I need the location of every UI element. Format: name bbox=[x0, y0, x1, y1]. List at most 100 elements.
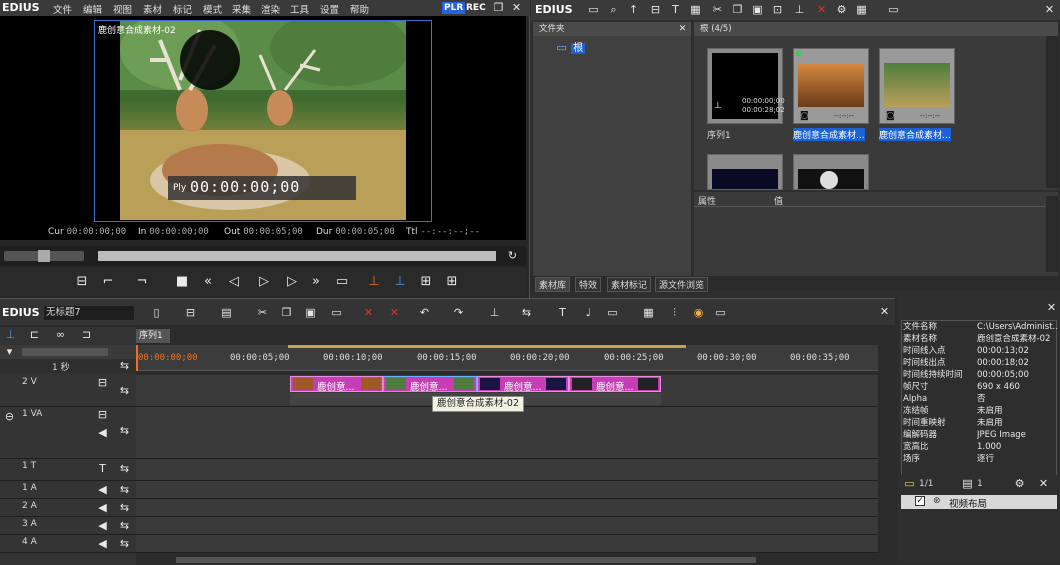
audio-icon[interactable]: ◀ bbox=[96, 502, 109, 514]
menu-capture[interactable]: 采集 bbox=[232, 2, 251, 16]
track-lane-1va[interactable] bbox=[136, 407, 878, 459]
tab-clip-markers[interactable]: 素材标记 bbox=[607, 277, 652, 292]
track-header-1va[interactable]: ⊖ 1 VA ⊟ ◀ ⇆ bbox=[0, 407, 136, 459]
lock-icon[interactable]: ⊖ bbox=[3, 411, 16, 423]
audio-mute-icon[interactable]: ◀ bbox=[96, 427, 109, 439]
title-tl-icon[interactable]: T bbox=[556, 307, 569, 319]
folder-icon[interactable]: ▭ bbox=[587, 4, 600, 16]
add-to-timeline-icon[interactable]: ⊥ bbox=[793, 4, 806, 16]
video-mute-icon[interactable]: ⊟ bbox=[96, 409, 109, 421]
folder-panel-close-icon[interactable]: ✕ bbox=[676, 23, 689, 35]
track-lane-2a[interactable] bbox=[136, 499, 878, 517]
expand-icon[interactable]: ⇆ bbox=[118, 520, 131, 532]
restore-icon[interactable]: ❐ bbox=[492, 2, 505, 14]
rewind-icon[interactable]: « bbox=[200, 274, 216, 290]
close-icon[interactable]: ✕ bbox=[510, 2, 523, 14]
up-folder-icon[interactable]: ↑ bbox=[627, 4, 640, 16]
scrubber-bar[interactable]: ↻ bbox=[0, 246, 526, 266]
title-track-icon[interactable]: T bbox=[96, 463, 109, 475]
voiceover-icon[interactable]: ♩ bbox=[582, 307, 595, 319]
track-header-1a[interactable]: 1 A ◀ ⇆ bbox=[0, 481, 136, 499]
time-ruler[interactable]: 00:00:00;00 00:00:05;00 00:00:10;00 00:0… bbox=[136, 345, 878, 371]
play-icon[interactable]: ▷ bbox=[256, 274, 272, 290]
undo-icon[interactable]: ↶ bbox=[418, 307, 431, 319]
track-link-icon[interactable]: ∞ bbox=[54, 329, 67, 341]
asset-thumb-clip-02[interactable]: ◙ --:--:-- bbox=[879, 48, 955, 124]
view-mode-icon[interactable]: ▦ bbox=[855, 4, 868, 16]
asset-thumb-clip-01[interactable]: ◙ --:--:-- bbox=[793, 48, 869, 124]
track-lane-1t[interactable] bbox=[136, 459, 878, 481]
display-player-icon[interactable]: ⊡ bbox=[771, 4, 784, 16]
loop-icon[interactable]: ↻ bbox=[506, 250, 519, 262]
asset-thumb-clip-04[interactable] bbox=[793, 154, 869, 190]
track-header-2a[interactable]: 2 A ◀ ⇆ bbox=[0, 499, 136, 517]
rec-button[interactable]: REC bbox=[464, 2, 488, 14]
track-group-icon[interactable]: ⊐ bbox=[80, 329, 93, 341]
cut-tl-icon[interactable]: ✂ bbox=[256, 307, 269, 319]
track-header-3a[interactable]: 3 A ◀ ⇆ bbox=[0, 517, 136, 535]
add-clip-icon[interactable]: ⊟ bbox=[649, 4, 662, 16]
menu-settings[interactable]: 设置 bbox=[320, 2, 339, 16]
expand-icon[interactable]: ⇆ bbox=[118, 484, 131, 496]
track-header-4a[interactable]: 4 A ◀ ⇆ bbox=[0, 535, 136, 553]
menu-marker[interactable]: 标记 bbox=[173, 2, 192, 16]
layer-checkbox[interactable]: ✓ bbox=[915, 496, 925, 506]
fast-forward-icon[interactable]: » bbox=[308, 274, 324, 290]
set-in-out-icon[interactable]: ⊟ bbox=[74, 274, 90, 290]
expand-icon[interactable]: ⇆ bbox=[118, 502, 131, 514]
asset-scrollbar[interactable] bbox=[1046, 36, 1058, 188]
copy-icon[interactable]: ❐ bbox=[731, 4, 744, 16]
audio-icon[interactable]: ◀ bbox=[96, 538, 109, 550]
mark-out-icon[interactable]: ¬ bbox=[134, 274, 150, 290]
mixer-icon[interactable]: ⫶ bbox=[668, 307, 681, 319]
zoom-level[interactable]: 1 秒 bbox=[52, 360, 70, 373]
timeline-clip[interactable]: 鹿创意... bbox=[477, 376, 569, 392]
track-lane-1a[interactable] bbox=[136, 481, 878, 499]
track-lane-4a[interactable] bbox=[136, 535, 878, 553]
menu-help[interactable]: 帮助 bbox=[350, 2, 369, 16]
mark-in-icon[interactable]: ⌐ bbox=[100, 274, 116, 290]
new-sequence-icon[interactable]: ▯ bbox=[150, 307, 163, 319]
menu-tools[interactable]: 工具 bbox=[290, 2, 309, 16]
step-forward-icon[interactable]: ▷ bbox=[284, 274, 300, 290]
render-icon[interactable]: ⊞ bbox=[444, 274, 460, 290]
asset-thumb-clip-03[interactable] bbox=[707, 154, 783, 190]
bin-menu-icon[interactable]: ▭ bbox=[887, 4, 900, 16]
track-insert-icon[interactable]: ⊥ bbox=[4, 329, 17, 341]
loop-play-icon[interactable]: ▭ bbox=[334, 274, 350, 290]
overwrite-icon[interactable]: ⊥ bbox=[392, 274, 408, 290]
timeline-clip-selected[interactable]: 鹿创意... bbox=[383, 376, 477, 392]
paste-tl-icon[interactable]: ▣ bbox=[304, 307, 317, 319]
menu-clip[interactable]: 素材 bbox=[143, 2, 162, 16]
ripple-delete-icon[interactable]: ✕ bbox=[388, 307, 401, 319]
properties-icon[interactable]: ⚙ bbox=[835, 4, 848, 16]
position-slider[interactable] bbox=[98, 251, 496, 261]
insert-mode-icon[interactable]: ⊥ bbox=[488, 307, 501, 319]
plr-button[interactable]: PLR bbox=[442, 2, 466, 14]
color-bar-icon[interactable]: ▦ bbox=[689, 4, 702, 16]
tab-effects[interactable]: 特效 bbox=[575, 277, 602, 292]
sync-mode-icon[interactable]: ⇆ bbox=[520, 307, 533, 319]
track-header-1t[interactable]: 1 T T ⇆ bbox=[0, 459, 136, 481]
marker-icon[interactable]: ▦ bbox=[642, 307, 655, 319]
render-tl-icon[interactable]: ▭ bbox=[606, 307, 619, 319]
open-icon[interactable]: ⊟ bbox=[184, 307, 197, 319]
asset-thumb-sequence[interactable]: ⊥ 00:00:00;00 00:00:28;02 bbox=[707, 48, 785, 124]
project-name[interactable]: 无标题7 bbox=[44, 306, 134, 320]
layer-list-icon[interactable]: ▤ bbox=[961, 478, 974, 490]
tab-source-browser[interactable]: 源文件浏览 bbox=[655, 277, 709, 292]
layer-close-icon[interactable]: ✕ bbox=[1037, 478, 1050, 490]
zoom-slider[interactable] bbox=[22, 348, 108, 356]
expand-icon[interactable]: ⇆ bbox=[118, 463, 131, 475]
props-scrollbar[interactable] bbox=[1046, 196, 1058, 272]
collapse-icon[interactable]: ▾ bbox=[3, 346, 16, 358]
layer-settings-icon[interactable]: ⚙ bbox=[1013, 478, 1026, 490]
expand-icon[interactable]: ⇆ bbox=[118, 538, 131, 550]
search-icon[interactable]: ⌕ bbox=[607, 4, 620, 16]
timeline-clip[interactable]: 鹿创意... bbox=[290, 376, 383, 392]
redo-icon[interactable]: ↷ bbox=[452, 307, 465, 319]
step-back-icon[interactable]: ◁ bbox=[226, 274, 242, 290]
delete-tl-icon[interactable]: ✕ bbox=[362, 307, 375, 319]
folder-root[interactable]: ▭ 根 bbox=[555, 39, 586, 54]
track-header-2v[interactable]: 2 V ⊟ ⇆ bbox=[0, 375, 136, 407]
